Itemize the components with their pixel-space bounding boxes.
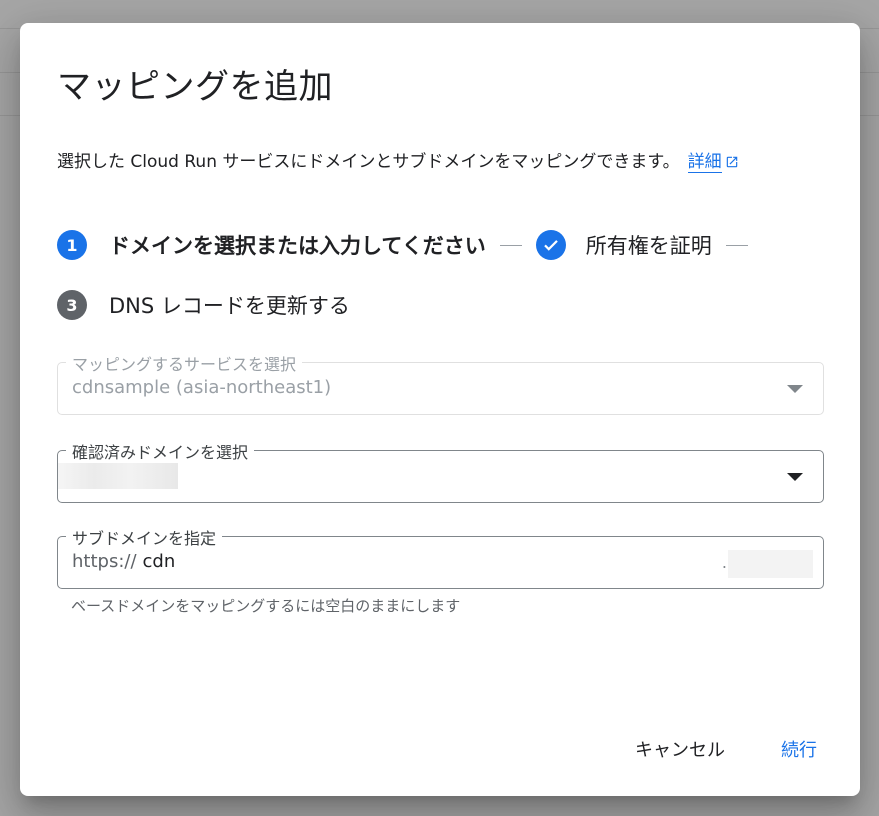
subdomain-input[interactable]: https://cdn bbox=[72, 551, 175, 572]
dialog-title: マッピングを追加 bbox=[57, 67, 333, 107]
service-select-value: cdnsample (asia-northeast1) bbox=[72, 377, 332, 398]
subdomain-value: cdn bbox=[142, 551, 176, 572]
dropdown-arrow-icon bbox=[787, 385, 803, 393]
subdomain-label: サブドメインを指定 bbox=[66, 525, 223, 549]
step-2-label: 所有権を証明 bbox=[585, 234, 712, 258]
stepper-row-2: 3 DNS レコードを更新する bbox=[57, 287, 837, 323]
url-prefix: https:// bbox=[72, 551, 137, 572]
service-select: マッピングするサービスを選択 cdnsample (asia-northeast… bbox=[57, 351, 824, 415]
redacted-domain bbox=[58, 463, 178, 489]
description-text: 選択した Cloud Run サービスにドメインとサブドメインをマッピングできま… bbox=[57, 152, 680, 172]
learn-more-label: 詳細 bbox=[687, 152, 722, 172]
external-link-icon[interactable] bbox=[725, 154, 739, 174]
subdomain-field[interactable]: サブドメインを指定 https://cdn . bbox=[57, 525, 824, 589]
step-separator bbox=[725, 244, 748, 246]
stepper-row-1: 1 ドメインを選択または入力してください 所有権を証明 bbox=[57, 227, 837, 263]
cancel-button[interactable]: キャンセル bbox=[633, 732, 727, 766]
step-1-number: 1 bbox=[57, 230, 87, 260]
redacted-base-domain bbox=[728, 550, 813, 578]
service-select-label: マッピングするサービスを選択 bbox=[66, 351, 303, 375]
stepper: 1 ドメインを選択または入力してください 所有権を証明 3 DNS レコードを更… bbox=[57, 227, 837, 323]
step-3-number: 3 bbox=[57, 290, 87, 320]
learn-more-link[interactable]: 詳細 bbox=[687, 152, 722, 173]
check-icon bbox=[535, 230, 566, 260]
continue-button[interactable]: 続行 bbox=[779, 732, 819, 766]
verified-domain-label: 確認済みドメインを選択 bbox=[66, 439, 255, 463]
step-separator bbox=[499, 244, 522, 246]
domain-dot: . bbox=[721, 553, 727, 572]
step-1-label: ドメインを選択または入力してください bbox=[109, 234, 486, 258]
dropdown-arrow-icon[interactable] bbox=[787, 473, 803, 481]
subdomain-hint: ベースドメインをマッピングするには空白のままにします bbox=[71, 597, 461, 615]
verified-domain-select[interactable]: 確認済みドメインを選択 bbox=[57, 439, 824, 503]
dialog-description: 選択した Cloud Run サービスにドメインとサブドメインをマッピングできま… bbox=[57, 147, 739, 174]
add-mapping-dialog: マッピングを追加 選択した Cloud Run サービスにドメインとサブドメイン… bbox=[20, 23, 860, 796]
step-3-label: DNS レコードを更新する bbox=[109, 294, 350, 318]
